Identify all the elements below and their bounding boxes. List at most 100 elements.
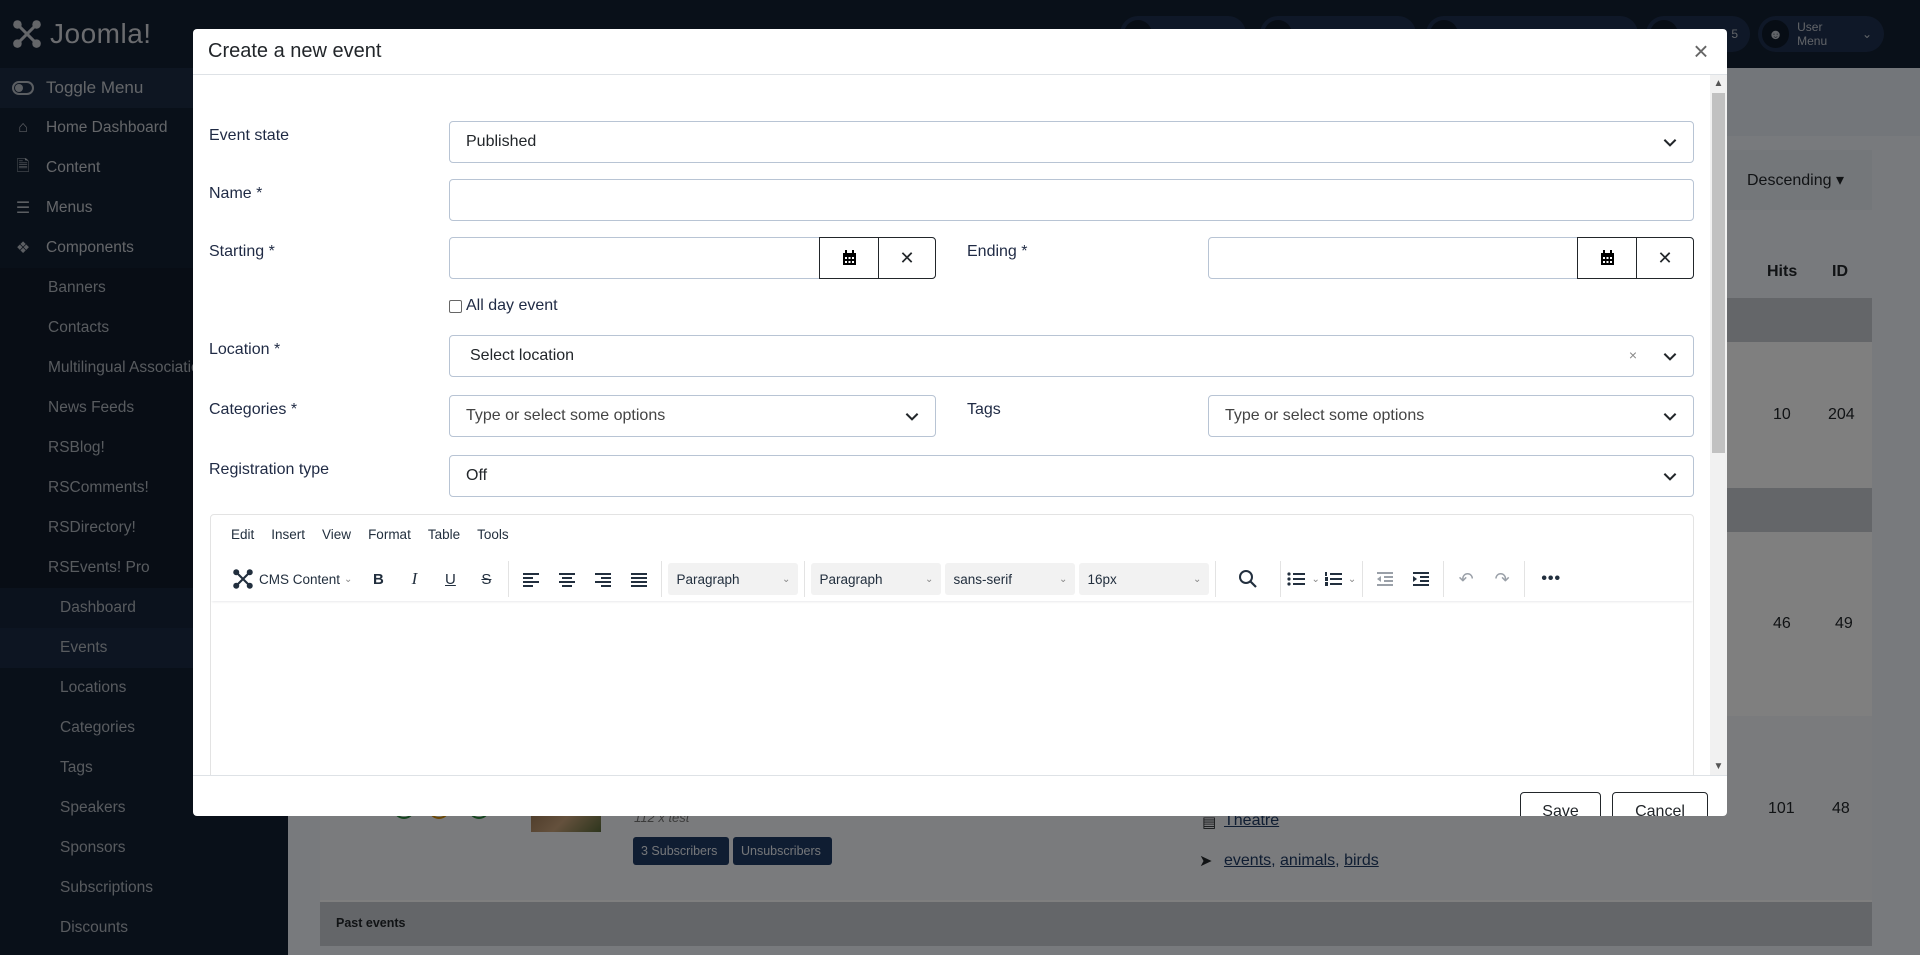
all-day-event-label: All day event: [466, 297, 558, 314]
font-family-select[interactable]: sans-serif ⌄: [945, 563, 1076, 595]
ending-calendar-button[interactable]: [1577, 237, 1637, 279]
align-center-button[interactable]: [551, 563, 583, 595]
bold-icon: B: [373, 570, 384, 588]
name-label: Name *: [209, 185, 263, 202]
chevron-down-icon: ⌄: [344, 573, 353, 585]
all-day-event-checkbox[interactable]: [449, 299, 462, 313]
toolbar-group-formatting: CMS Content ⌄ B I U S: [225, 561, 510, 597]
ending-label: Ending *: [967, 243, 1028, 260]
strikethrough-button[interactable]: S: [470, 563, 502, 595]
cms-content-button[interactable]: CMS Content ⌄: [231, 563, 358, 595]
clear-icon: ✕: [1657, 247, 1673, 268]
redo-icon: ↷: [1494, 568, 1510, 589]
menu-insert[interactable]: Insert: [271, 527, 305, 542]
bullet-list-icon: [1287, 572, 1306, 586]
numbered-list-button[interactable]: ⌄: [1324, 563, 1356, 595]
font-size-select[interactable]: 16px ⌄: [1079, 563, 1210, 595]
scroll-down-icon[interactable]: ▼: [1710, 758, 1727, 775]
style-format-value: Paragraph: [819, 571, 883, 587]
close-icon: ×: [1693, 36, 1709, 66]
indent-button[interactable]: [1405, 563, 1437, 595]
search-replace-button[interactable]: [1222, 563, 1274, 595]
more-icon: •••: [1541, 570, 1562, 587]
block-format-value: Paragraph: [676, 571, 740, 587]
outdent-button[interactable]: [1369, 563, 1401, 595]
ending-date-input[interactable]: ✕: [1208, 237, 1694, 279]
chevron-down-icon: ⌄: [1059, 573, 1068, 585]
toolbar-group-fonts: Paragraph ⌄ sans-serif ⌄ 16px ⌄: [805, 561, 1217, 597]
scrollbar-thumb[interactable]: [1712, 93, 1725, 453]
cms-content-label: CMS Content: [259, 571, 341, 587]
search-icon: [1239, 570, 1258, 588]
chevron-down-icon: ⌄: [782, 573, 791, 585]
menu-view[interactable]: View: [322, 527, 351, 542]
starting-label: Starting *: [209, 243, 275, 260]
menu-edit[interactable]: Edit: [231, 527, 254, 542]
strikethrough-icon: S: [481, 570, 492, 588]
bullet-list-button[interactable]: ⌄: [1287, 563, 1320, 595]
chevron-down-icon: [1663, 139, 1677, 147]
cancel-button[interactable]: Cancel: [1612, 792, 1708, 816]
event-state-select[interactable]: Published: [449, 121, 1694, 163]
align-justify-button[interactable]: [623, 563, 655, 595]
scroll-up-icon[interactable]: ▲: [1710, 75, 1727, 92]
block-format-select[interactable]: Paragraph ⌄: [668, 563, 799, 595]
align-center-icon: [559, 573, 576, 587]
all-day-event-checkbox-row[interactable]: All day event: [449, 297, 558, 315]
starting-date-input[interactable]: ✕: [449, 237, 936, 279]
redo-button[interactable]: ↷: [1486, 563, 1518, 595]
starting-clear-button[interactable]: ✕: [878, 237, 936, 279]
toolbar-group-align: [509, 561, 663, 597]
registration-type-label: Registration type: [209, 461, 330, 478]
undo-icon: ↶: [1458, 568, 1474, 589]
close-button[interactable]: ×: [1687, 37, 1715, 65]
event-state-label: Event state: [209, 127, 290, 144]
font-size-value: 16px: [1087, 571, 1117, 587]
align-left-button[interactable]: [515, 563, 547, 595]
menu-tools[interactable]: Tools: [477, 527, 509, 542]
chevron-down-icon: ⌄: [925, 573, 934, 585]
ending-clear-button[interactable]: ✕: [1636, 237, 1694, 279]
chevron-down-icon: [1663, 413, 1677, 421]
undo-button[interactable]: ↶: [1450, 563, 1482, 595]
toolbar-group-history: ↶ ↷: [1444, 561, 1526, 597]
location-label: Location *: [209, 341, 281, 358]
modal-header: Create a new event ×: [193, 29, 1727, 75]
categories-select[interactable]: Type or select some options: [449, 395, 936, 437]
toolbar-group-search: [1216, 561, 1282, 597]
chevron-down-icon: [1663, 353, 1677, 361]
clear-icon: ✕: [899, 247, 915, 268]
chevron-down-icon: ⌄: [1347, 573, 1357, 585]
bold-button[interactable]: B: [362, 563, 394, 595]
tags-placeholder: Type or select some options: [1225, 407, 1425, 424]
menu-format[interactable]: Format: [368, 527, 411, 542]
registration-type-value: Off: [466, 467, 488, 484]
create-event-modal: Create a new event × Event state Publish…: [193, 29, 1727, 816]
editor-toolbar: CMS Content ⌄ B I U S Paragraph ⌄ Paragr…: [211, 557, 1693, 601]
italic-button[interactable]: I: [398, 563, 430, 595]
menu-table[interactable]: Table: [428, 527, 460, 542]
editor-content-area[interactable]: [211, 605, 1693, 775]
indent-icon: [1413, 572, 1430, 586]
location-select[interactable]: Select location ×: [449, 335, 1694, 377]
style-format-select[interactable]: Paragraph ⌄: [811, 563, 942, 595]
clear-location-icon[interactable]: ×: [1629, 347, 1637, 363]
tags-select[interactable]: Type or select some options: [1208, 395, 1694, 437]
registration-type-select[interactable]: Off: [449, 455, 1694, 497]
toolbar-group-indent: [1363, 561, 1445, 597]
calendar-icon: [1600, 250, 1614, 265]
save-button[interactable]: Save: [1520, 792, 1601, 816]
modal-title: Create a new event: [208, 40, 382, 62]
chevron-down-icon: ⌄: [1311, 573, 1320, 585]
more-button[interactable]: •••: [1531, 563, 1571, 595]
align-right-button[interactable]: [587, 563, 619, 595]
name-input[interactable]: [449, 179, 1694, 221]
modal-scrollbar[interactable]: ▲ ▼: [1710, 75, 1727, 775]
editor-menubar: Edit Insert View Format Table Tools: [231, 527, 509, 542]
toolbar-group-more: •••: [1525, 561, 1577, 597]
joomla-icon: [233, 569, 253, 589]
underline-button[interactable]: U: [434, 563, 466, 595]
starting-calendar-button[interactable]: [819, 237, 879, 279]
toolbar-group-blocks: Paragraph ⌄: [662, 561, 806, 597]
outdent-icon: [1377, 572, 1394, 586]
